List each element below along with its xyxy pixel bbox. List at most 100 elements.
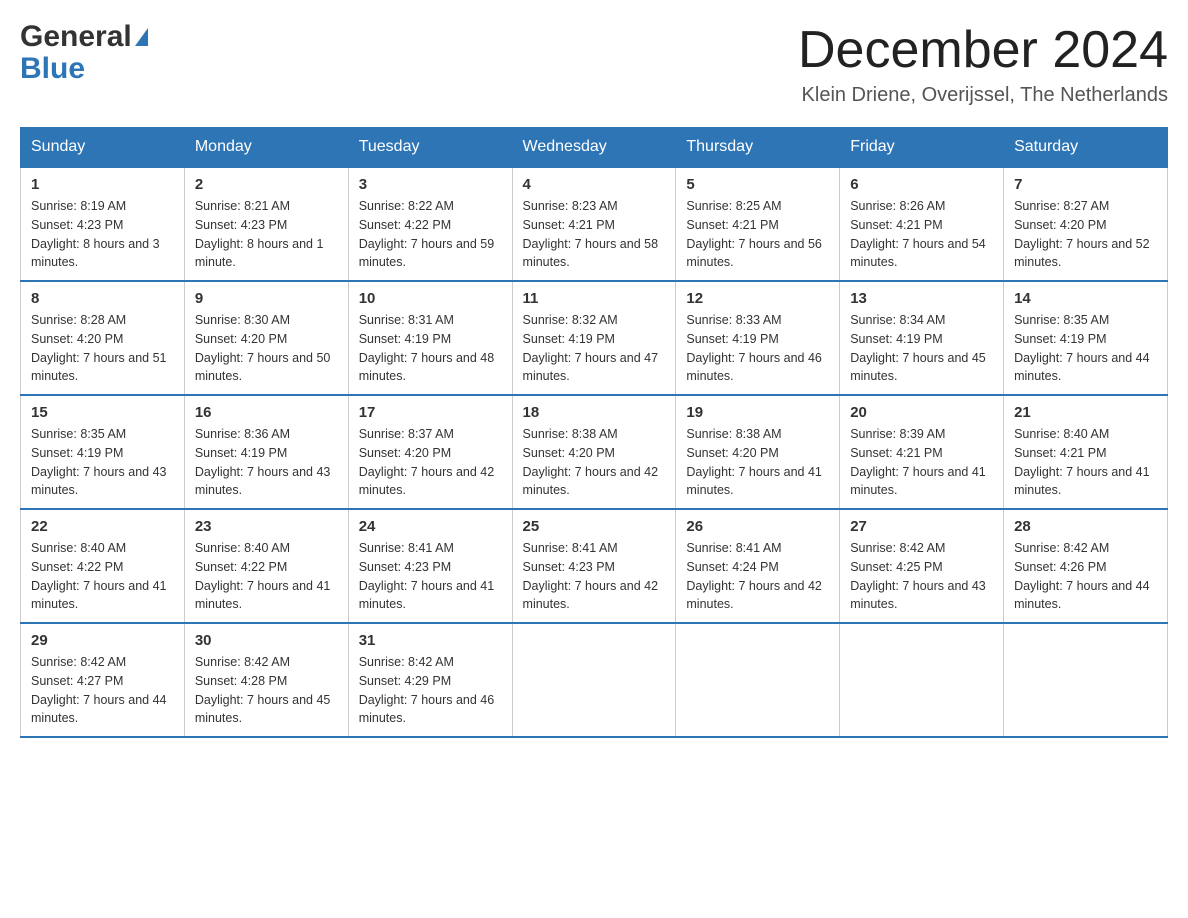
day-info: Sunrise: 8:36 AM Sunset: 4:19 PM Dayligh… (195, 425, 338, 500)
day-info: Sunrise: 8:27 AM Sunset: 4:20 PM Dayligh… (1014, 197, 1157, 272)
day-number: 24 (359, 518, 502, 535)
day-number: 4 (523, 176, 666, 193)
logo-general-text: General (20, 20, 132, 54)
day-info: Sunrise: 8:42 AM Sunset: 4:29 PM Dayligh… (359, 653, 502, 728)
day-info: Sunrise: 8:28 AM Sunset: 4:20 PM Dayligh… (31, 311, 174, 386)
day-info: Sunrise: 8:42 AM Sunset: 4:28 PM Dayligh… (195, 653, 338, 728)
weekday-header-monday: Monday (184, 128, 348, 168)
calendar-day-cell: 5 Sunrise: 8:25 AM Sunset: 4:21 PM Dayli… (676, 167, 840, 281)
day-info: Sunrise: 8:33 AM Sunset: 4:19 PM Dayligh… (686, 311, 829, 386)
calendar-day-cell: 27 Sunrise: 8:42 AM Sunset: 4:25 PM Dayl… (840, 509, 1004, 623)
calendar-day-cell: 16 Sunrise: 8:36 AM Sunset: 4:19 PM Dayl… (184, 395, 348, 509)
weekday-header-row: SundayMondayTuesdayWednesdayThursdayFrid… (21, 128, 1168, 168)
day-number: 18 (523, 404, 666, 421)
calendar-day-cell: 30 Sunrise: 8:42 AM Sunset: 4:28 PM Dayl… (184, 623, 348, 737)
day-info: Sunrise: 8:38 AM Sunset: 4:20 PM Dayligh… (686, 425, 829, 500)
day-info: Sunrise: 8:26 AM Sunset: 4:21 PM Dayligh… (850, 197, 993, 272)
calendar-day-cell: 9 Sunrise: 8:30 AM Sunset: 4:20 PM Dayli… (184, 281, 348, 395)
calendar-week-row: 15 Sunrise: 8:35 AM Sunset: 4:19 PM Dayl… (21, 395, 1168, 509)
weekday-header-friday: Friday (840, 128, 1004, 168)
logo: General Blue (20, 20, 148, 91)
day-number: 10 (359, 290, 502, 307)
calendar-day-cell: 24 Sunrise: 8:41 AM Sunset: 4:23 PM Dayl… (348, 509, 512, 623)
day-info: Sunrise: 8:22 AM Sunset: 4:22 PM Dayligh… (359, 197, 502, 272)
calendar-day-cell: 17 Sunrise: 8:37 AM Sunset: 4:20 PM Dayl… (348, 395, 512, 509)
day-number: 13 (850, 290, 993, 307)
weekday-header-thursday: Thursday (676, 128, 840, 168)
calendar-day-cell: 18 Sunrise: 8:38 AM Sunset: 4:20 PM Dayl… (512, 395, 676, 509)
calendar-day-cell: 28 Sunrise: 8:42 AM Sunset: 4:26 PM Dayl… (1004, 509, 1168, 623)
day-number: 19 (686, 404, 829, 421)
day-number: 14 (1014, 290, 1157, 307)
day-info: Sunrise: 8:31 AM Sunset: 4:19 PM Dayligh… (359, 311, 502, 386)
day-number: 15 (31, 404, 174, 421)
calendar-day-cell: 15 Sunrise: 8:35 AM Sunset: 4:19 PM Dayl… (21, 395, 185, 509)
day-number: 26 (686, 518, 829, 535)
day-info: Sunrise: 8:40 AM Sunset: 4:21 PM Dayligh… (1014, 425, 1157, 500)
calendar-week-row: 22 Sunrise: 8:40 AM Sunset: 4:22 PM Dayl… (21, 509, 1168, 623)
day-info: Sunrise: 8:41 AM Sunset: 4:23 PM Dayligh… (523, 539, 666, 614)
day-number: 17 (359, 404, 502, 421)
weekday-header-tuesday: Tuesday (348, 128, 512, 168)
day-info: Sunrise: 8:42 AM Sunset: 4:27 PM Dayligh… (31, 653, 174, 728)
calendar-week-row: 1 Sunrise: 8:19 AM Sunset: 4:23 PM Dayli… (21, 167, 1168, 281)
day-info: Sunrise: 8:37 AM Sunset: 4:20 PM Dayligh… (359, 425, 502, 500)
day-number: 21 (1014, 404, 1157, 421)
calendar-day-cell: 6 Sunrise: 8:26 AM Sunset: 4:21 PM Dayli… (840, 167, 1004, 281)
calendar-day-cell: 3 Sunrise: 8:22 AM Sunset: 4:22 PM Dayli… (348, 167, 512, 281)
day-number: 30 (195, 632, 338, 649)
calendar-day-cell: 13 Sunrise: 8:34 AM Sunset: 4:19 PM Dayl… (840, 281, 1004, 395)
day-info: Sunrise: 8:41 AM Sunset: 4:24 PM Dayligh… (686, 539, 829, 614)
calendar-day-cell: 25 Sunrise: 8:41 AM Sunset: 4:23 PM Dayl… (512, 509, 676, 623)
day-number: 6 (850, 176, 993, 193)
day-number: 9 (195, 290, 338, 307)
day-number: 5 (686, 176, 829, 193)
calendar-day-cell: 29 Sunrise: 8:42 AM Sunset: 4:27 PM Dayl… (21, 623, 185, 737)
day-number: 22 (31, 518, 174, 535)
calendar-day-cell: 23 Sunrise: 8:40 AM Sunset: 4:22 PM Dayl… (184, 509, 348, 623)
calendar-day-cell: 7 Sunrise: 8:27 AM Sunset: 4:20 PM Dayli… (1004, 167, 1168, 281)
day-info: Sunrise: 8:19 AM Sunset: 4:23 PM Dayligh… (31, 197, 174, 272)
day-number: 27 (850, 518, 993, 535)
calendar-day-cell (1004, 623, 1168, 737)
location: Klein Driene, Overijssel, The Netherland… (798, 84, 1168, 107)
day-number: 7 (1014, 176, 1157, 193)
calendar-day-cell: 26 Sunrise: 8:41 AM Sunset: 4:24 PM Dayl… (676, 509, 840, 623)
calendar-day-cell: 4 Sunrise: 8:23 AM Sunset: 4:21 PM Dayli… (512, 167, 676, 281)
calendar-day-cell: 1 Sunrise: 8:19 AM Sunset: 4:23 PM Dayli… (21, 167, 185, 281)
page-header: General Blue December 2024 Klein Driene,… (20, 20, 1168, 107)
day-info: Sunrise: 8:21 AM Sunset: 4:23 PM Dayligh… (195, 197, 338, 272)
day-info: Sunrise: 8:35 AM Sunset: 4:19 PM Dayligh… (1014, 311, 1157, 386)
day-info: Sunrise: 8:42 AM Sunset: 4:25 PM Dayligh… (850, 539, 993, 614)
calendar-table: SundayMondayTuesdayWednesdayThursdayFrid… (20, 127, 1168, 738)
day-info: Sunrise: 8:41 AM Sunset: 4:23 PM Dayligh… (359, 539, 502, 614)
calendar-day-cell (676, 623, 840, 737)
day-info: Sunrise: 8:39 AM Sunset: 4:21 PM Dayligh… (850, 425, 993, 500)
calendar-day-cell: 10 Sunrise: 8:31 AM Sunset: 4:19 PM Dayl… (348, 281, 512, 395)
day-info: Sunrise: 8:32 AM Sunset: 4:19 PM Dayligh… (523, 311, 666, 386)
day-info: Sunrise: 8:35 AM Sunset: 4:19 PM Dayligh… (31, 425, 174, 500)
calendar-day-cell: 22 Sunrise: 8:40 AM Sunset: 4:22 PM Dayl… (21, 509, 185, 623)
calendar-day-cell (840, 623, 1004, 737)
day-number: 23 (195, 518, 338, 535)
calendar-day-cell: 8 Sunrise: 8:28 AM Sunset: 4:20 PM Dayli… (21, 281, 185, 395)
day-info: Sunrise: 8:25 AM Sunset: 4:21 PM Dayligh… (686, 197, 829, 272)
day-number: 25 (523, 518, 666, 535)
day-number: 20 (850, 404, 993, 421)
day-info: Sunrise: 8:40 AM Sunset: 4:22 PM Dayligh… (195, 539, 338, 614)
day-number: 3 (359, 176, 502, 193)
calendar-day-cell: 20 Sunrise: 8:39 AM Sunset: 4:21 PM Dayl… (840, 395, 1004, 509)
calendar-day-cell: 2 Sunrise: 8:21 AM Sunset: 4:23 PM Dayli… (184, 167, 348, 281)
calendar-week-row: 29 Sunrise: 8:42 AM Sunset: 4:27 PM Dayl… (21, 623, 1168, 737)
weekday-header-sunday: Sunday (21, 128, 185, 168)
day-info: Sunrise: 8:38 AM Sunset: 4:20 PM Dayligh… (523, 425, 666, 500)
day-info: Sunrise: 8:23 AM Sunset: 4:21 PM Dayligh… (523, 197, 666, 272)
day-info: Sunrise: 8:42 AM Sunset: 4:26 PM Dayligh… (1014, 539, 1157, 614)
calendar-day-cell: 12 Sunrise: 8:33 AM Sunset: 4:19 PM Dayl… (676, 281, 840, 395)
calendar-day-cell: 19 Sunrise: 8:38 AM Sunset: 4:20 PM Dayl… (676, 395, 840, 509)
weekday-header-wednesday: Wednesday (512, 128, 676, 168)
day-number: 12 (686, 290, 829, 307)
day-number: 28 (1014, 518, 1157, 535)
calendar-day-cell: 14 Sunrise: 8:35 AM Sunset: 4:19 PM Dayl… (1004, 281, 1168, 395)
day-info: Sunrise: 8:40 AM Sunset: 4:22 PM Dayligh… (31, 539, 174, 614)
